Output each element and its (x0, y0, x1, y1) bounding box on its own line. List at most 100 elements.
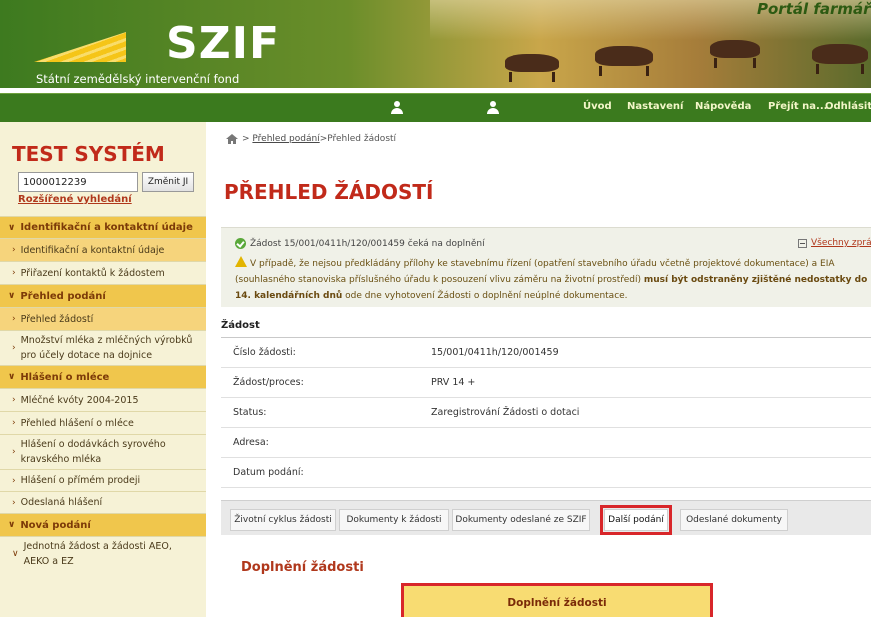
detail-label: Číslo žádosti: (233, 347, 296, 358)
warning-text-2: ode dne vyhotovení Žádosti o doplnění ne… (342, 291, 628, 301)
nav-home[interactable]: Úvod (583, 101, 612, 112)
status-message-box: Žádost 15/001/0411h/120/001459 čeká na d… (221, 227, 871, 307)
all-messages-link[interactable]: Všechny zprávy (811, 238, 871, 248)
cow-image (812, 44, 868, 74)
sidebar-section-identification[interactable]: ∨ Identifikační a kontaktní údaje (0, 216, 206, 238)
sidebar-item-milk-quantity[interactable]: › Množství mléka z mléčných výrobků pro … (0, 330, 206, 365)
sidebar-section-label: Nová podání (20, 519, 91, 531)
user-icon[interactable] (390, 101, 404, 115)
sidebar-item-label: Identifikační a kontaktní údaje (20, 244, 165, 256)
chevron-down-icon: ∨ (12, 549, 19, 559)
status-line: Žádost 15/001/0411h/120/001459 čeká na d… (235, 238, 485, 249)
tab-lifecycle[interactable]: Životní cyklus žádosti (230, 509, 336, 531)
portal-title: Portál farmáře (757, 0, 871, 18)
sidebar-item-contacts[interactable]: › Přiřazení kontaktů k žádostem (0, 261, 206, 284)
detail-value: 15/001/0411h/120/001459 (431, 347, 559, 358)
sidebar-item-sent-reports[interactable]: › Odeslaná hlášení (0, 491, 206, 513)
chevron-right-icon: › (12, 475, 16, 486)
szif-logo[interactable]: SZIF Státní zemědělský intervenční fond (16, 10, 279, 86)
advanced-search-link[interactable]: Rozšířené vyhledání (18, 194, 132, 205)
supplement-title: Doplnění žádosti (241, 560, 364, 575)
sidebar-item-direct-sale[interactable]: › Hlášení o přímém prodeji (0, 469, 206, 491)
tab-other-submissions[interactable]: Další podání (600, 505, 672, 535)
nav-logout[interactable]: Odhlásit (825, 101, 871, 112)
sidebar-item-raw-milk[interactable]: › Hlášení o dodávkách syrového kravského… (0, 434, 206, 469)
sidebar-item-label: Hlášení o dodávkách syrového kravského m… (20, 439, 166, 465)
sidebar-section-new[interactable]: ∨ Nová podání (0, 513, 206, 536)
system-title: TEST SYSTÉM (12, 142, 165, 166)
chevron-down-icon: ∨ (8, 520, 16, 530)
status-message: Žádost 15/001/0411h/120/001459 čeká na d… (250, 238, 485, 249)
sidebar-item-applications[interactable]: › Přehled žádostí (0, 307, 206, 330)
user-icon-head (394, 101, 400, 107)
nav-settings[interactable]: Nastavení (627, 101, 683, 112)
detail-value: Zaregistrování Žádosti o dotaci (431, 407, 580, 418)
breadcrumb-separator: > (242, 134, 253, 144)
all-messages-toggle[interactable]: Všechny zprávy (798, 238, 871, 248)
breadcrumb-link-overview[interactable]: Přehled podání (252, 134, 319, 144)
chevron-right-icon: › (12, 343, 16, 353)
sidebar-item-identification[interactable]: › Identifikační a kontaktní údaje (0, 238, 206, 261)
detail-row-status: Status: Zaregistrování Žádosti o dotaci (221, 398, 871, 428)
user-icon-body (487, 108, 499, 114)
breadcrumb: > Přehled podání > Přehled žádostí (226, 134, 396, 144)
sidebar-item-label: Přehled hlášení o mléce (20, 417, 134, 429)
sidebar-section-label: Hlášení o mléce (20, 371, 110, 383)
sidebar-item-label: Přehled žádostí (20, 313, 94, 325)
chevron-right-icon: › (12, 314, 16, 324)
application-section-title: Žádost (221, 320, 871, 338)
supplement-button[interactable]: Doplnění žádosti (401, 583, 713, 617)
tab-sent-from-szif[interactable]: Dokumenty odeslané ze SZIF (452, 509, 590, 531)
warning-message: V případě, že nejsou předkládány přílohy… (235, 256, 871, 304)
sidebar-item-label: Hlášení o přímém prodeji (20, 475, 141, 486)
chevron-right-icon: › (12, 268, 16, 278)
sidebar-item-label: Množství mléka z mléčných výrobků pro úč… (20, 335, 193, 361)
ji-input[interactable] (18, 172, 138, 192)
sidebar-section-label: Přehled podání (20, 290, 106, 302)
user-icon-body (391, 108, 403, 114)
cow-image (505, 54, 559, 82)
nav-help[interactable]: Nápověda (695, 101, 751, 112)
chevron-down-icon: ∨ (8, 372, 16, 382)
sidebar-item-label: Přiřazení kontaktů k žádostem (20, 267, 165, 279)
detail-label: Adresa: (233, 437, 269, 448)
application-details: Žádost Číslo žádosti: 15/001/0411h/120/0… (221, 320, 871, 488)
detail-label: Datum podání: (233, 467, 304, 478)
sidebar-section-milk[interactable]: ∨ Hlášení o mléce (0, 365, 206, 388)
tab-documents[interactable]: Dokumenty k žádosti (339, 509, 449, 531)
detail-label: Status: (233, 407, 267, 418)
check-circle-icon (235, 238, 246, 249)
chevron-right-icon: › (12, 447, 16, 457)
sidebar-section-overview[interactable]: ∨ Přehled podání (0, 284, 206, 307)
collapse-icon[interactable] (798, 238, 807, 248)
logo-text: SZIF (166, 18, 281, 69)
tab-bar: Životní cyklus žádosti Dokumenty k žádos… (221, 500, 871, 535)
chevron-down-icon: ∨ (8, 291, 16, 301)
warning-icon (235, 256, 247, 267)
chevron-right-icon: › (12, 497, 16, 508)
page: SZIF Státní zemědělský intervenční fond … (0, 0, 871, 617)
detail-value: PRV 14 + (431, 377, 476, 388)
change-ji-button[interactable]: Změnit JI (142, 172, 194, 192)
user-settings-icon[interactable] (486, 101, 500, 115)
sidebar-item-label: Jednotná žádost a žádosti AEO, AEKO a EZ (23, 541, 172, 567)
sidebar-section-label: Identifikační a kontaktní údaje (20, 222, 193, 233)
logo-stripes-icon (34, 32, 126, 62)
sidebar-item-single-application[interactable]: ∨ Jednotná žádost a žádosti AEO, AEKO a … (0, 536, 206, 571)
chevron-right-icon: › (12, 418, 16, 428)
main-content: > Přehled podání > Přehled žádostí PŘEHL… (206, 122, 871, 617)
detail-row-process: Žádost/proces: PRV 14 + (221, 368, 871, 398)
cow-image (710, 40, 760, 68)
nav-go-to[interactable]: Přejít na... (768, 101, 827, 112)
sidebar-item-label: Mléčné kvóty 2004-2015 (20, 394, 139, 406)
breadcrumb-current: Přehled žádostí (327, 134, 397, 144)
sidebar: TEST SYSTÉM Změnit JI Rozšířené vyhledán… (0, 122, 206, 617)
sidebar-item-label: Odeslaná hlášení (20, 497, 103, 508)
home-icon[interactable] (226, 134, 238, 144)
sidebar-item-milk-reports[interactable]: › Přehled hlášení o mléce (0, 411, 206, 434)
page-title: PŘEHLED ŽÁDOSTÍ (224, 180, 434, 204)
tab-sent-documents[interactable]: Odeslané dokumenty (680, 509, 788, 531)
sidebar-item-milk-quotas[interactable]: › Mléčné kvóty 2004-2015 (0, 388, 206, 411)
detail-row-date: Datum podání: (221, 458, 871, 488)
detail-row-address: Adresa: (221, 428, 871, 458)
